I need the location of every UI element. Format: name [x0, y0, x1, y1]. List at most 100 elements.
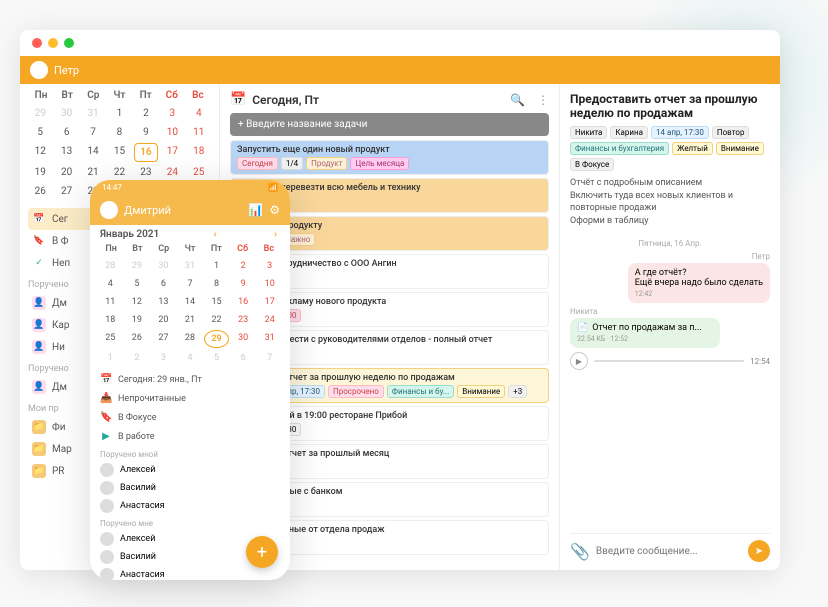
- mobile-work-item[interactable]: ▶В работе: [100, 427, 280, 446]
- mobile-focus-item[interactable]: 🔖В Фокусе: [100, 408, 280, 427]
- calendar-day[interactable]: 8: [107, 124, 131, 141]
- calendar-day[interactable]: 1: [204, 258, 229, 274]
- minimize-icon[interactable]: [48, 38, 58, 48]
- calendar-day[interactable]: 12: [125, 294, 150, 310]
- calendar-day[interactable]: 19: [125, 312, 150, 328]
- detail-tag[interactable]: В Фокусе: [570, 158, 614, 171]
- calendar-day[interactable]: 31: [81, 105, 105, 122]
- calendar-day[interactable]: 18: [98, 312, 123, 328]
- avatar[interactable]: [100, 201, 118, 219]
- prev-month-icon[interactable]: ‹: [211, 229, 220, 240]
- search-icon[interactable]: 🔍: [510, 93, 525, 107]
- detail-tag[interactable]: Желтый: [672, 142, 713, 155]
- add-task-input[interactable]: + Введите название задачи: [230, 113, 549, 136]
- calendar-day[interactable]: 14: [178, 294, 203, 310]
- attach-icon[interactable]: 📎: [570, 542, 590, 561]
- calendar-day[interactable]: 19: [28, 164, 52, 181]
- calendar-day[interactable]: 17: [257, 294, 282, 310]
- calendar-day[interactable]: 28: [178, 330, 203, 348]
- calendar-day[interactable]: 14: [81, 143, 105, 162]
- send-button[interactable]: ➤: [748, 540, 770, 562]
- calendar-day[interactable]: 6: [231, 350, 256, 366]
- task-item[interactable]: Запустить еще один новый продуктСегодня1…: [230, 140, 549, 175]
- calendar-day[interactable]: 2: [134, 105, 158, 122]
- calendar-day[interactable]: 26: [28, 183, 52, 200]
- calendar-day[interactable]: 7: [257, 350, 282, 366]
- mobile-person-item[interactable]: Алексей: [100, 461, 280, 479]
- calendar-day[interactable]: 3: [257, 258, 282, 274]
- calendar-day[interactable]: 10: [257, 276, 282, 292]
- calendar-day[interactable]: 6: [151, 276, 176, 292]
- calendar-day[interactable]: 4: [98, 276, 123, 292]
- calendar-day[interactable]: 7: [178, 276, 203, 292]
- more-icon[interactable]: ⋮: [537, 93, 549, 107]
- calendar-day[interactable]: 30: [231, 330, 256, 348]
- detail-tag[interactable]: Карина: [610, 126, 648, 139]
- calendar-day[interactable]: 2: [231, 258, 256, 274]
- next-month-icon[interactable]: ›: [271, 229, 280, 240]
- calendar-day[interactable]: 11: [187, 124, 211, 141]
- calendar-day[interactable]: 10: [160, 124, 184, 141]
- avatar[interactable]: [30, 61, 48, 79]
- calendar-day[interactable]: 20: [151, 312, 176, 328]
- detail-tag[interactable]: 14 апр, 17:30: [651, 126, 709, 139]
- calendar-day[interactable]: 29: [125, 258, 150, 274]
- calendar-day[interactable]: 15: [204, 294, 229, 310]
- calendar-day[interactable]: 26: [125, 330, 150, 348]
- calendar-day[interactable]: 1: [98, 350, 123, 366]
- calendar-day[interactable]: 1: [107, 105, 131, 122]
- calendar-day[interactable]: 3: [151, 350, 176, 366]
- mobile-person-item[interactable]: Анастасия: [100, 497, 280, 515]
- calendar-day[interactable]: 22: [107, 164, 131, 181]
- calendar-day[interactable]: 5: [125, 276, 150, 292]
- calendar-day[interactable]: 4: [187, 105, 211, 122]
- calendar-day[interactable]: 24: [160, 164, 184, 181]
- mobile-person-item[interactable]: Василий: [100, 479, 280, 497]
- calendar-day[interactable]: 7: [81, 124, 105, 141]
- calendar-day[interactable]: 29: [204, 330, 229, 348]
- detail-tag[interactable]: Финансы и бухгалтерия: [570, 142, 669, 155]
- mobile-person-item[interactable]: Анастасия: [100, 566, 280, 580]
- close-icon[interactable]: [32, 38, 42, 48]
- calendar-day[interactable]: 17: [160, 143, 184, 162]
- mobile-unread-item[interactable]: 📥Непрочитанные: [100, 389, 280, 408]
- calendar-day[interactable]: 16: [134, 143, 158, 162]
- voice-message[interactable]: ▶ 12:54: [570, 352, 770, 370]
- calendar-day[interactable]: 9: [134, 124, 158, 141]
- calendar-day[interactable]: 4: [178, 350, 203, 366]
- calendar-day[interactable]: 25: [187, 164, 211, 181]
- calendar-day[interactable]: 21: [81, 164, 105, 181]
- calendar-day[interactable]: 27: [151, 330, 176, 348]
- calendar-day[interactable]: 25: [98, 330, 123, 348]
- calendar-day[interactable]: 23: [231, 312, 256, 328]
- message-input[interactable]: [596, 546, 742, 557]
- fab-add-button[interactable]: +: [246, 536, 278, 568]
- calendar-day[interactable]: 23: [134, 164, 158, 181]
- calendar-day[interactable]: 6: [54, 124, 78, 141]
- calendar-day[interactable]: 5: [204, 350, 229, 366]
- calendar-day[interactable]: 29: [28, 105, 52, 122]
- calendar-day[interactable]: 3: [160, 105, 184, 122]
- detail-tag[interactable]: Внимание: [716, 142, 764, 155]
- detail-tag[interactable]: Никита: [570, 126, 607, 139]
- calendar-day[interactable]: 30: [54, 105, 78, 122]
- calendar-day[interactable]: 20: [54, 164, 78, 181]
- calendar-day[interactable]: 16: [231, 294, 256, 310]
- calendar-day[interactable]: 18: [187, 143, 211, 162]
- calendar-day[interactable]: 24: [257, 312, 282, 328]
- calendar-day[interactable]: 15: [107, 143, 131, 162]
- calendar-day[interactable]: 30: [151, 258, 176, 274]
- calendar-day[interactable]: 31: [178, 258, 203, 274]
- calendar-day[interactable]: 22: [204, 312, 229, 328]
- calendar-day[interactable]: 8: [204, 276, 229, 292]
- detail-tag[interactable]: Повтор: [712, 126, 750, 139]
- calendar-day[interactable]: 28: [98, 258, 123, 274]
- calendar-day[interactable]: 27: [54, 183, 78, 200]
- chart-icon[interactable]: 📊: [248, 203, 263, 217]
- chat-file-message[interactable]: 📄Отчет по продажам за п... 32.54 КБ · 12…: [570, 318, 720, 348]
- calendar-day[interactable]: 9: [231, 276, 256, 292]
- calendar-day[interactable]: 5: [28, 124, 52, 141]
- gear-icon[interactable]: ⚙: [269, 203, 280, 217]
- calendar-day[interactable]: 11: [98, 294, 123, 310]
- calendar-day[interactable]: 2: [125, 350, 150, 366]
